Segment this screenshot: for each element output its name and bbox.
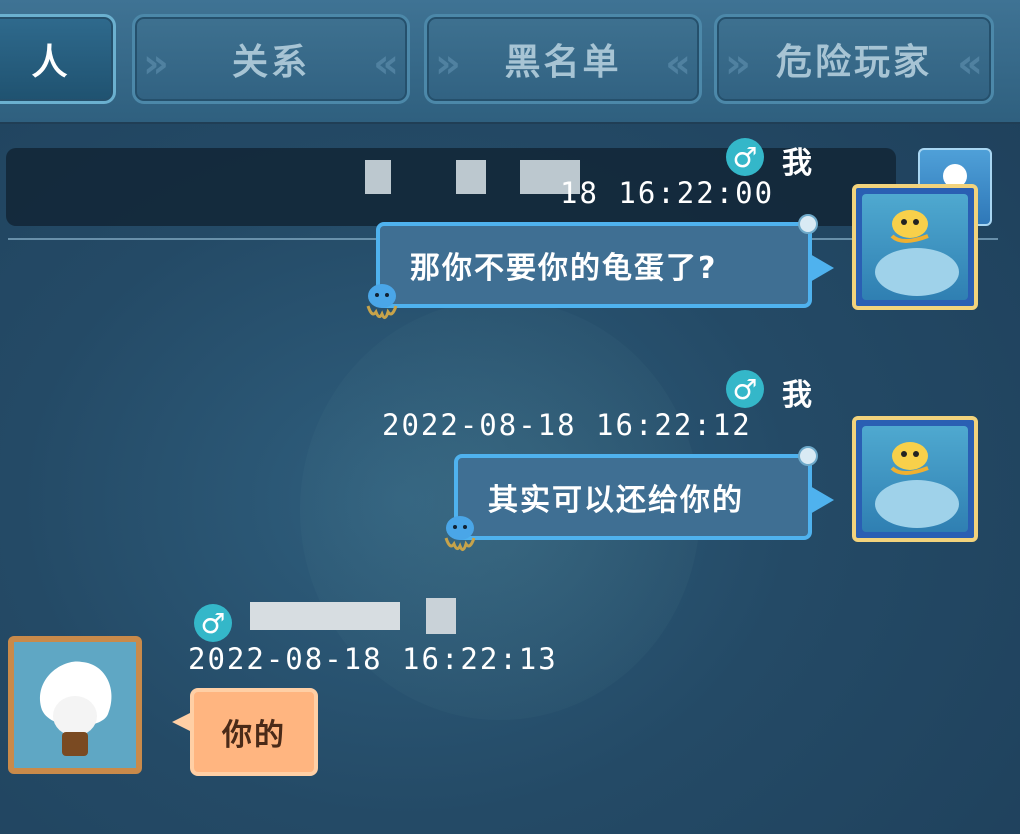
chevron-left-icon: « — [957, 41, 983, 87]
male-icon: ♂ — [726, 370, 764, 408]
male-icon: ♂ — [726, 138, 764, 176]
white-hair-avatar-icon — [40, 661, 112, 756]
tab-friends[interactable]: 人 — [0, 14, 116, 104]
sender-name: 我 — [782, 146, 812, 181]
chevron-right-icon: » — [143, 41, 169, 87]
tab-label: 人 — [31, 42, 71, 83]
message-text: 你的 — [222, 718, 286, 753]
message-bubble-sent: 其实可以还给你的 — [454, 446, 834, 540]
tab-blacklist[interactable]: » 黑名单 « — [424, 14, 702, 104]
tab-dangerous-players[interactable]: » 危险玩家 « — [714, 14, 994, 104]
redacted-area — [426, 598, 456, 634]
message-text: 其实可以还给你的 — [488, 483, 744, 518]
message-text: 那你不要你的龟蛋了? — [410, 251, 718, 286]
other-player-avatar[interactable] — [8, 636, 142, 774]
my-avatar[interactable] — [852, 416, 978, 542]
sender-name: 我 — [782, 378, 812, 413]
whale-avatar-icon — [875, 210, 959, 296]
message-bubble-received: 你的 — [172, 688, 318, 776]
chevron-right-icon: » — [725, 41, 751, 87]
octopus-icon — [444, 516, 476, 551]
redacted-area — [365, 160, 391, 194]
message-timestamp: 18 16:22:00 — [560, 176, 775, 210]
tab-relations[interactable]: » 关系 « — [132, 14, 410, 104]
message-timestamp: 2022-08-18 16:22:13 — [188, 642, 558, 676]
chevron-right-icon: » — [435, 41, 461, 87]
male-icon: ♂ — [194, 604, 232, 642]
chevron-left-icon: « — [665, 41, 691, 87]
message-timestamp: 2022-08-18 16:22:12 — [382, 408, 752, 442]
tab-label: 黑名单 — [504, 42, 622, 83]
whale-avatar-icon — [875, 442, 959, 528]
chevron-left-icon: « — [373, 41, 399, 87]
redacted-name — [250, 602, 400, 630]
message-bubble-sent: 那你不要你的龟蛋了? — [376, 214, 834, 308]
tab-bar: 人 » 关系 « » 黑名单 « » 危险玩家 « — [0, 0, 1020, 124]
octopus-icon — [366, 284, 398, 319]
tab-label: 关系 — [231, 42, 310, 83]
my-avatar[interactable] — [852, 184, 978, 310]
redacted-area — [456, 160, 486, 194]
tab-label: 危险玩家 — [775, 42, 932, 83]
